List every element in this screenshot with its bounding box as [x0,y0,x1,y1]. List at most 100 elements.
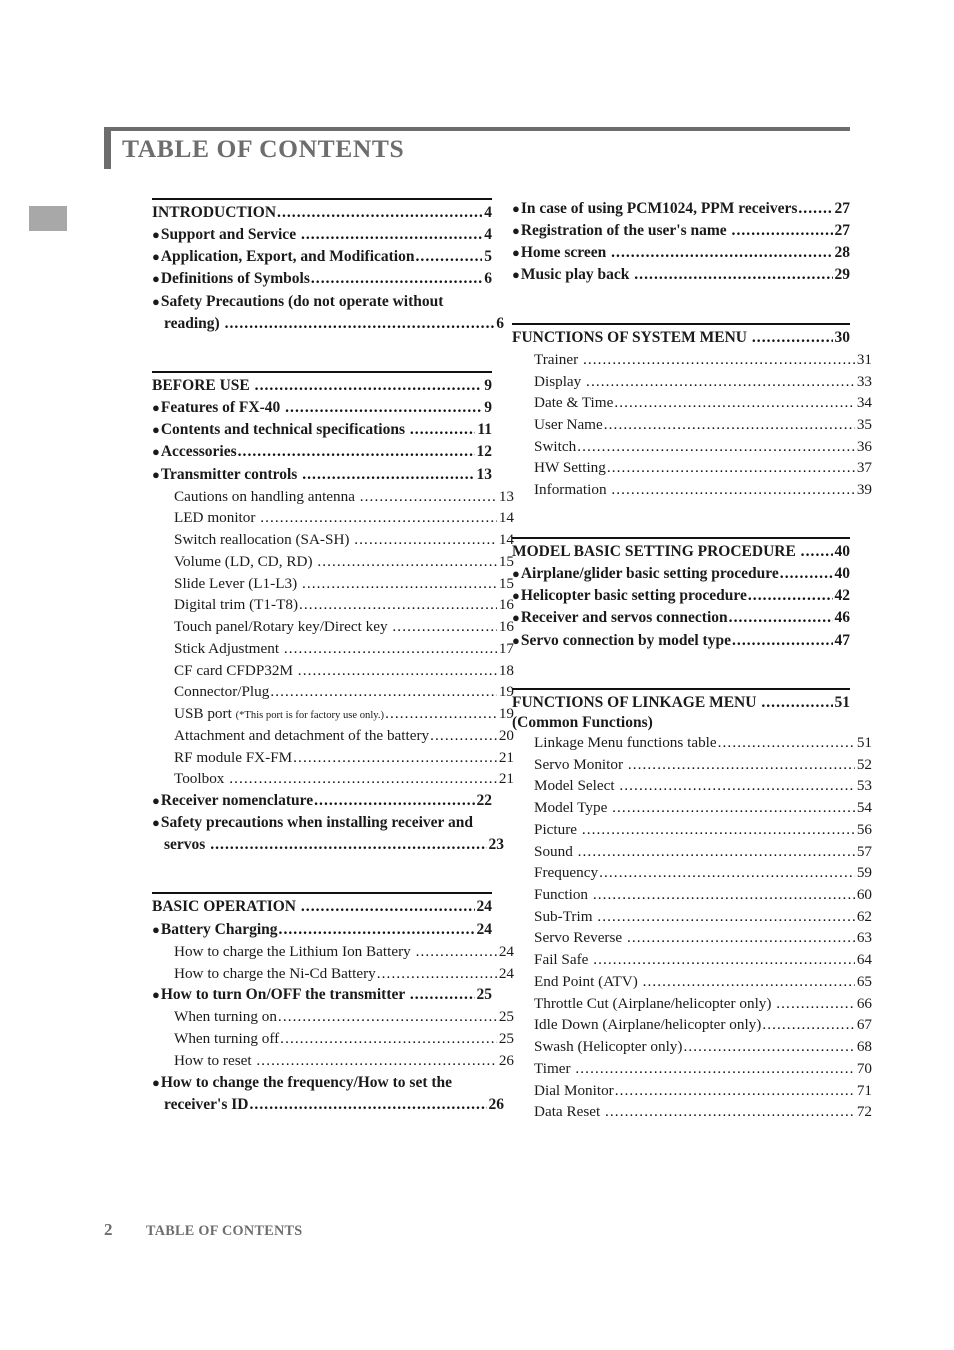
toc-entry[interactable]: Stick Adjustment .......................… [152,638,514,660]
toc-entry[interactable]: ● Contents and technical specifications .… [152,419,492,441]
entry-label: Model Type [534,799,612,817]
toc-entry[interactable]: Connector/Plug..........................… [152,681,514,703]
toc-entry[interactable]: USB port (*This port is for factory use … [152,703,514,725]
toc-entry[interactable]: Servo Reverse ..........................… [512,927,872,949]
toc-entry[interactable]: Function ...............................… [512,884,872,906]
dot-leader: ........................................… [415,942,497,960]
footer-label: TABLE OF CONTENTS [146,1223,303,1239]
toc-section-heading[interactable]: FUNCTIONS OF LINKAGE MENU ..............… [512,692,850,714]
toc-entry[interactable]: Toolbox ................................… [152,768,514,790]
toc-entry[interactable]: Timer ..................................… [512,1058,872,1080]
entry-page-number: 36 [856,437,872,455]
toc-entry[interactable]: ● Helicopter basic setting procedure.....… [512,585,850,607]
toc-entry[interactable]: Data Reset .............................… [512,1101,872,1123]
toc-entry[interactable]: ● Accessories............................… [152,441,492,463]
toc-entry[interactable]: Date & Time.............................… [512,392,872,414]
toc-section-heading[interactable]: BEFORE USE .............................… [152,375,492,397]
toc-entry[interactable]: User Name...............................… [512,414,872,436]
toc-entry[interactable]: ● Transmitter controls ..................… [152,464,492,486]
entry-label: Accessories [160,443,237,461]
toc-entry[interactable]: CF card CFDP32M ........................… [152,660,514,682]
toc-entry[interactable]: How to charge the Ni-Cd Battery.........… [152,963,514,985]
dot-leader: ........................................… [285,399,483,417]
toc-entry[interactable]: ● In case of using PCM1024, PPM receivers… [512,198,850,220]
entry-page-number: 37 [856,459,872,477]
toc-section-heading[interactable]: BASIC OPERATION ........................… [152,896,492,918]
bullet-icon: ● [152,987,160,1003]
toc-entry[interactable]: Idle Down (Airplane/helicopter only)....… [512,1014,872,1036]
toc-entry[interactable]: How to charge the Lithium Ion Battery ..… [152,941,514,963]
toc-entry[interactable]: End Point (ATV) ........................… [512,971,872,993]
toc-entry[interactable]: ● Registration of the user's name .......… [512,220,850,242]
toc-entry[interactable]: ● Definitions of Symbols.................… [152,268,492,290]
toc-entry[interactable]: RF module FX-FM.........................… [152,747,514,769]
toc-section-heading[interactable]: INTRODUCTION............................… [152,202,492,224]
toc-entry[interactable]: Linkage Menu functions table............… [512,732,872,754]
toc-entry[interactable]: Fail Safe ..............................… [512,949,872,971]
toc-entry-continuation[interactable]: reading) ...............................… [152,313,504,335]
toc-entry[interactable]: Sub-Trim ...............................… [512,906,872,928]
dot-leader: ........................................… [300,226,483,244]
toc-entry[interactable]: Picture ................................… [512,819,872,841]
entry-label: How to turn On/OFF the transmitter [160,986,409,1004]
dot-leader: ........................................… [593,951,855,969]
dot-leader: ........................................… [310,270,483,288]
toc-entry[interactable]: Trainer ................................… [512,349,872,371]
toc-entry[interactable]: Attachment and detachment of the battery… [152,725,514,747]
entry-page-number: 4 [484,204,492,221]
toc-entry[interactable]: ● Airplane/glider basic setting procedure… [512,563,850,585]
toc-entry[interactable]: HW Setting..............................… [512,457,872,479]
toc-entry[interactable]: Dial Monitor............................… [512,1080,872,1102]
toc-entry[interactable]: Volume (LD, CD, RD) ....................… [152,551,514,573]
entry-label: Date & Time [534,394,614,412]
toc-entry[interactable]: Cautions on handling antenna ...........… [152,486,514,508]
toc-entry[interactable]: Digital trim (T1-T8)....................… [152,594,514,616]
toc-entry[interactable]: Display ................................… [512,371,872,393]
entry-page-number: 46 [834,609,851,627]
toc-entry[interactable]: Switch reallocation (SA-SH) ............… [152,529,514,551]
toc-entry[interactable]: Sound ..................................… [512,841,872,863]
toc-section-heading[interactable]: FUNCTIONS OF SYSTEM MENU ...............… [512,327,850,349]
toc-entry[interactable]: ● Safety Precautions (do not operate with… [152,291,492,313]
entry-label: Safety precautions when installing recei… [160,814,474,832]
dot-leader: ........................................… [293,748,497,766]
toc-entry[interactable]: How to reset ...........................… [152,1050,514,1072]
toc-entry[interactable]: Touch panel/Rotary key/Direct key ......… [152,616,514,638]
toc-entry-continuation[interactable]: receiver's ID...........................… [152,1094,504,1116]
toc-section-heading[interactable]: MODEL BASIC SETTING PROCEDURE ..........… [512,541,850,563]
toc-entry[interactable]: Frequency...............................… [512,862,872,884]
toc-entry[interactable]: When turning on.........................… [152,1006,514,1028]
toc-entry[interactable]: Swash (Helicopter only).................… [512,1036,872,1058]
toc-entry[interactable]: Model Type .............................… [512,797,872,819]
toc-entry[interactable]: ● How to turn On/OFF the transmitter ....… [152,984,492,1006]
toc-entry[interactable]: ● Receiver nomenclature..................… [152,790,492,812]
toc-entry[interactable]: LED monitor ............................… [152,507,514,529]
toc-entry[interactable]: ● Application, Export, and Modification..… [152,246,492,268]
toc-entry[interactable]: Servo Monitor ..........................… [512,754,872,776]
toc-entry[interactable]: Throttle Cut (Airplane/helicopter only) … [512,993,872,1015]
toc-entry[interactable]: ● Servo connection by model type.........… [512,630,850,652]
section-divider-rule [152,198,492,200]
toc-entry[interactable]: ● Home screen ...........................… [512,242,850,264]
toc-entry[interactable]: ● How to change the frequency/How to set … [152,1072,492,1094]
toc-entry[interactable]: Information ............................… [512,479,872,501]
dot-leader: ........................................… [224,314,495,332]
entry-label: Linkage Menu functions table [534,733,717,751]
entry-label: How to charge the Ni-Cd Battery [174,964,376,982]
bullet-icon: ● [152,400,160,416]
toc-entry[interactable]: ● Music play back .......................… [512,264,850,286]
toc-entry[interactable]: ● Battery Charging.......................… [152,919,492,941]
toc-entry[interactable]: ● Features of FX-40 .....................… [152,397,492,419]
toc-entry[interactable]: ● Safety precautions when installing rece… [152,812,492,834]
section-divider-rule [512,322,850,325]
dot-leader: ........................................… [627,755,855,773]
entry-page-number: 6 [484,270,492,288]
toc-entry[interactable]: ● Support and Service ...................… [152,224,492,246]
toc-entry[interactable]: ● Receiver and servos connection.........… [512,607,850,629]
toc-entry[interactable]: When turning off........................… [152,1028,514,1050]
toc-entry[interactable]: Model Select ...........................… [512,775,872,797]
toc-entry[interactable]: Slide Lever (L1-L3) ....................… [152,573,514,595]
toc-entry-continuation[interactable]: servos .................................… [152,834,504,856]
toc-entry[interactable]: Switch..................................… [512,436,872,458]
entry-label: Sub-Trim [534,907,597,925]
